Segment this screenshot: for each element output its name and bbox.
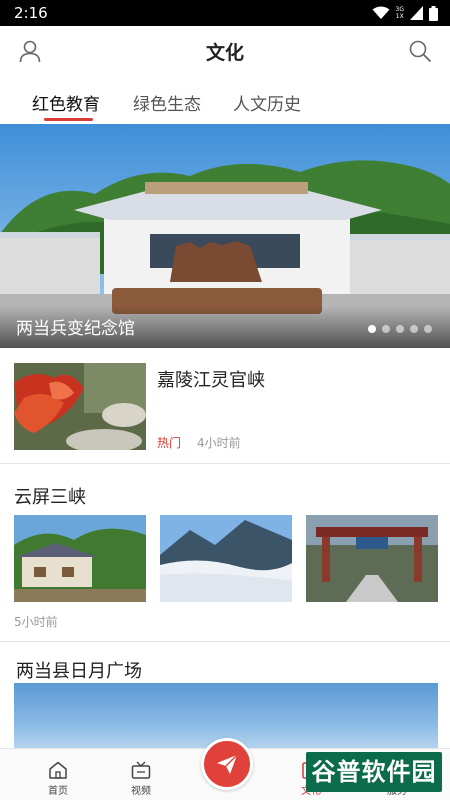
tab-red-education[interactable]: 红色教育 bbox=[32, 90, 100, 115]
news-item-lingguan-gorge[interactable]: 嘉陵江灵官峡 热门 4小时前 bbox=[0, 352, 450, 464]
network-type-label: 3G 1X bbox=[395, 6, 404, 20]
banner-carousel[interactable]: 两当兵变纪念馆 bbox=[0, 124, 450, 348]
watermark-logo: 谷普软件园 bbox=[306, 752, 442, 792]
carousel-dot[interactable] bbox=[396, 325, 404, 333]
nav-video[interactable]: 视频 bbox=[111, 749, 171, 800]
wifi-icon bbox=[372, 6, 390, 19]
news-time: 4小时前 bbox=[197, 436, 241, 450]
thumbnail-row bbox=[14, 515, 439, 602]
news-item-yunping-gorges[interactable]: 云屏三峡 5小时前 bbox=[0, 465, 450, 642]
news-title: 嘉陵江灵官峡 bbox=[157, 370, 265, 391]
tab-green-ecology[interactable]: 绿色生态 bbox=[133, 90, 201, 115]
thumbnail-image bbox=[14, 515, 146, 602]
nav-home-label: 首页 bbox=[48, 786, 68, 797]
status-time: 2:16 bbox=[14, 4, 48, 22]
thumbnail-image bbox=[14, 363, 146, 450]
news-title: 云屏三峡 bbox=[14, 487, 86, 508]
news-time: 5小时前 bbox=[14, 615, 58, 629]
signal-icon bbox=[410, 6, 423, 20]
thumbnail-image bbox=[306, 515, 438, 602]
active-tab-indicator bbox=[44, 118, 93, 121]
tv-icon bbox=[131, 761, 151, 779]
search-icon[interactable] bbox=[407, 38, 433, 64]
tab-humanities-history[interactable]: 人文历史 bbox=[233, 90, 301, 115]
home-icon bbox=[49, 761, 67, 779]
nav-video-label: 视频 bbox=[131, 786, 151, 797]
carousel-dot[interactable] bbox=[382, 325, 390, 333]
carousel-dot[interactable] bbox=[368, 325, 376, 333]
app-header: 文化 bbox=[0, 26, 450, 76]
battery-icon bbox=[429, 5, 438, 21]
banner-caption: 两当兵变纪念馆 bbox=[16, 319, 135, 339]
page-title: 文化 bbox=[205, 42, 244, 64]
status-bar: 2:16 3G 1X bbox=[0, 0, 450, 26]
hot-tag: 热门 bbox=[157, 436, 182, 450]
carousel-dot[interactable] bbox=[410, 325, 418, 333]
news-item-riyue-square[interactable]: 两当县日月广场 bbox=[0, 643, 450, 753]
thumbnail-image bbox=[160, 515, 292, 602]
carousel-indicator bbox=[368, 325, 432, 333]
status-icons: 3G 1X bbox=[372, 5, 438, 21]
carousel-dot[interactable] bbox=[424, 325, 432, 333]
publish-button[interactable] bbox=[201, 738, 253, 790]
category-tabs: 红色教育 绿色生态 人文历史 bbox=[0, 80, 450, 124]
nav-home[interactable]: 首页 bbox=[28, 749, 88, 800]
news-title: 两当县日月广场 bbox=[16, 661, 142, 682]
paper-plane-icon bbox=[217, 754, 238, 774]
